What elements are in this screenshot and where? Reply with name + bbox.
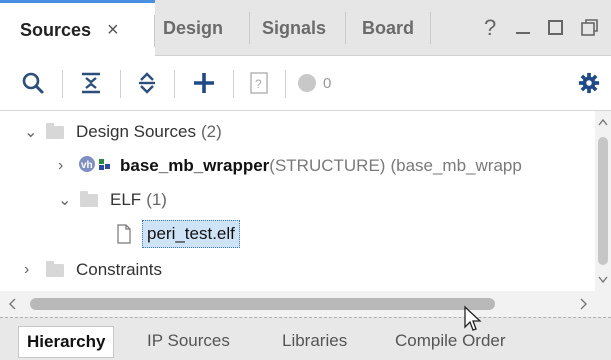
svg-text:?: ? <box>255 77 262 91</box>
tab-libraries[interactable]: Libraries <box>282 326 347 356</box>
status-indicator: 0 <box>297 56 347 110</box>
tab-hierarchy-label: Hierarchy <box>27 332 106 351</box>
sources-tree: ⌄ Design Sources (2) › vh base_mb_wrappe… <box>0 111 595 291</box>
tab-libraries-label: Libraries <box>282 331 348 350</box>
vertical-scrollbar[interactable] <box>595 111 611 291</box>
tab-signals[interactable]: Signals <box>250 0 346 56</box>
tab-sources-label: Sources <box>20 19 92 40</box>
tree-item-count: (2) <box>201 122 222 141</box>
wrapper-type: (STRUCTURE) <box>269 156 386 175</box>
tree-item-count: (1) <box>146 190 167 209</box>
search-icon <box>22 72 44 94</box>
status-dot-icon <box>298 74 316 92</box>
expand-all-button[interactable] <box>132 56 162 110</box>
folder-icon <box>80 190 98 207</box>
toolbar-divider <box>174 70 175 98</box>
tree-item-label: Design Sources <box>76 122 197 141</box>
wrapper-file: (base_mb_wrapp <box>390 156 522 175</box>
tab-board[interactable]: Board <box>346 0 431 56</box>
gear-icon <box>578 72 600 94</box>
tree-item-design-sources[interactable]: ⌄ Design Sources (2) <box>0 115 222 149</box>
tab-design-label: Design <box>163 17 224 38</box>
tab-divider <box>430 12 431 44</box>
search-button[interactable] <box>18 56 48 110</box>
horizontal-scrollbar[interactable] <box>0 291 611 317</box>
float-window-icon <box>581 19 598 36</box>
status-count: 0 <box>323 74 332 92</box>
chevron-down-icon[interactable]: ⌄ <box>24 122 40 142</box>
close-icon[interactable]: × <box>107 19 119 42</box>
vertical-scroll-thumb[interactable] <box>598 137 608 265</box>
toolbar-divider <box>285 70 286 98</box>
tree-item-wrapper[interactable]: › vh base_mb_wrapper (STRUCTURE) (base_m… <box>0 149 522 183</box>
horizontal-scroll-thumb[interactable] <box>30 298 495 310</box>
tab-compile-order-label: Compile Order <box>395 331 506 350</box>
minimize-button[interactable] <box>514 0 536 56</box>
scroll-left-icon[interactable] <box>6 291 20 317</box>
toolbar-divider <box>62 70 63 98</box>
minimize-icon <box>516 32 530 34</box>
help-button[interactable]: ? <box>484 0 504 56</box>
question-file-icon: ? <box>250 72 268 94</box>
maximize-icon <box>548 20 563 35</box>
chevron-right-icon[interactable]: › <box>58 157 74 175</box>
tab-compile-order[interactable]: Compile Order <box>395 326 506 356</box>
bottom-tab-bar: Hierarchy IP Sources Libraries Compile O… <box>0 317 611 360</box>
collapse-all-button[interactable] <box>76 56 106 110</box>
tree-item-elf[interactable]: ⌄ ELF (1) <box>0 183 167 217</box>
collapse-all-icon <box>82 72 100 94</box>
tree-item-constraints[interactable]: › Constraints <box>0 253 162 287</box>
tree-item-label: ELF <box>110 190 142 209</box>
scroll-up-icon[interactable] <box>595 115 611 129</box>
folder-icon <box>46 260 64 277</box>
scroll-down-icon[interactable] <box>595 273 611 287</box>
plus-icon <box>194 73 214 93</box>
tab-design[interactable]: Design <box>155 0 250 56</box>
maximize-button[interactable] <box>547 0 569 56</box>
svg-text:vh: vh <box>81 160 93 171</box>
wrapper-name: base_mb_wrapper <box>120 156 270 175</box>
tree-item-elf-file[interactable]: peri_test.elf <box>0 217 240 251</box>
folder-icon <box>46 122 64 139</box>
panel-tab-bar: Sources × Design Signals Board ? <box>0 0 611 57</box>
tab-hierarchy[interactable]: Hierarchy <box>18 326 115 358</box>
expand-all-icon <box>139 72 155 94</box>
tab-ip-sources[interactable]: IP Sources <box>147 326 230 356</box>
vhdl-icon: vh <box>78 155 112 178</box>
chevron-right-icon[interactable]: › <box>24 261 40 279</box>
mouse-cursor-icon <box>464 305 482 331</box>
float-button[interactable] <box>579 0 603 56</box>
sources-toolbar: ? 0 <box>0 56 611 111</box>
tree-item-label: Constraints <box>76 260 162 279</box>
selected-file-label[interactable]: peri_test.elf <box>142 220 240 248</box>
toolbar-divider <box>120 70 121 98</box>
tab-ip-sources-label: IP Sources <box>147 331 230 350</box>
settings-button[interactable] <box>575 56 603 110</box>
file-icon <box>117 224 131 244</box>
tab-signals-label: Signals <box>262 17 327 38</box>
help-icon: ? <box>484 15 497 40</box>
toolbar-divider <box>233 70 234 98</box>
properties-button[interactable]: ? <box>246 56 272 110</box>
tab-board-label: Board <box>362 17 415 38</box>
tab-sources[interactable]: Sources × <box>0 0 155 57</box>
chevron-down-icon[interactable]: ⌄ <box>58 190 74 210</box>
add-sources-button[interactable] <box>189 56 219 110</box>
scroll-right-icon[interactable] <box>576 291 590 317</box>
